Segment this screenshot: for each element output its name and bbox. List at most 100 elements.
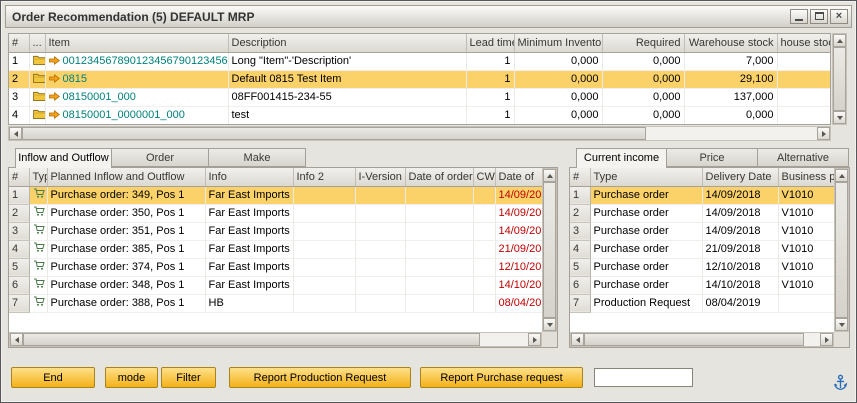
row-number-cell[interactable]: 3 [570, 222, 590, 240]
minimum-inventory-cell[interactable]: 0,000 [514, 52, 602, 70]
date-of-order-cell[interactable] [405, 222, 473, 240]
business-partner-cell[interactable]: V1010 [778, 258, 834, 276]
scrollbar-thumb[interactable] [543, 182, 556, 318]
column-header[interactable]: # [9, 168, 29, 186]
minimize-button[interactable] [790, 9, 808, 24]
type-icon-cell[interactable] [29, 258, 47, 276]
type-cell[interactable]: Purchase order [590, 222, 702, 240]
iversion-cell[interactable] [355, 276, 405, 294]
planned-inflow-outflow-cell[interactable]: Purchase order: 348, Pos 1 [47, 276, 205, 294]
item-row[interactable]: 3 08150001_000 08FF001415-234-55 1 0,000… [9, 88, 831, 106]
cw-cell[interactable] [473, 240, 495, 258]
column-header[interactable]: house stoc [777, 34, 831, 52]
date-of-order-cell[interactable] [405, 258, 473, 276]
type-cell[interactable]: Purchase order [590, 186, 702, 204]
lead-time-cell[interactable]: 1 [466, 70, 514, 88]
scroll-right-button[interactable] [820, 333, 833, 346]
column-header[interactable]: Date of [495, 168, 542, 186]
minimum-inventory-cell[interactable]: 0,000 [514, 88, 602, 106]
scroll-left-button[interactable] [9, 127, 22, 140]
date-cell[interactable]: 14/09/2018 [495, 186, 542, 204]
item-cell[interactable]: 0815 [45, 70, 228, 88]
info-cell[interactable]: Far East Imports [205, 186, 293, 204]
cw-cell[interactable] [473, 294, 495, 312]
type-cell[interactable]: Purchase order [590, 240, 702, 258]
row-number-cell[interactable]: 3 [9, 222, 29, 240]
scroll-up-button[interactable] [543, 169, 556, 182]
column-header[interactable]: Lead time [466, 34, 514, 52]
description-cell[interactable]: test [228, 106, 466, 124]
row-number-cell[interactable]: 2 [9, 70, 29, 88]
warehouse-stock-cell[interactable]: 137,000 [684, 88, 777, 106]
item-cell[interactable]: 00123456789012345679012345679 [45, 52, 228, 70]
tab-order[interactable]: Order [112, 148, 209, 167]
footer-input[interactable] [594, 368, 693, 387]
date-cell[interactable]: 21/09/2018 [495, 240, 542, 258]
column-header[interactable]: Business par [778, 168, 834, 186]
folder-cell[interactable] [29, 106, 45, 124]
folder-cell[interactable] [29, 88, 45, 106]
planned-inflow-outflow-cell[interactable]: Purchase order: 350, Pos 1 [47, 204, 205, 222]
business-partner-cell[interactable]: V1010 [778, 204, 834, 222]
link-arrow-icon[interactable] [49, 74, 60, 86]
income-row[interactable]: 5 Purchase order 12/10/2018 V1010 [570, 258, 834, 276]
scroll-down-button[interactable] [835, 318, 848, 331]
info-cell[interactable]: Far East Imports [205, 204, 293, 222]
delivery-date-cell[interactable]: 14/09/2018 [702, 186, 778, 204]
row-number-cell[interactable]: 4 [9, 106, 29, 124]
iversion-cell[interactable] [355, 240, 405, 258]
scrollbar-track[interactable] [646, 127, 817, 140]
type-icon-cell[interactable] [29, 294, 47, 312]
date-cell[interactable]: 14/09/2018 [495, 204, 542, 222]
row-number-cell[interactable]: 4 [9, 240, 29, 258]
cw-cell[interactable] [473, 204, 495, 222]
type-icon-cell[interactable] [29, 186, 47, 204]
inflow-row[interactable]: 5 Purchase order: 374, Pos 1 Far East Im… [9, 258, 542, 276]
column-header[interactable]: Required [602, 34, 684, 52]
info2-cell[interactable] [293, 240, 355, 258]
iversion-cell[interactable] [355, 186, 405, 204]
warehouse-stock-cell[interactable]: 29,100 [684, 70, 777, 88]
date-of-order-cell[interactable] [405, 240, 473, 258]
type-cell[interactable]: Purchase order [590, 258, 702, 276]
column-header[interactable]: ... [29, 34, 45, 52]
inflow-row[interactable]: 3 Purchase order: 351, Pos 1 Far East Im… [9, 222, 542, 240]
income-row[interactable]: 3 Purchase order 14/09/2018 V1010 [570, 222, 834, 240]
planned-inflow-outflow-cell[interactable]: Purchase order: 374, Pos 1 [47, 258, 205, 276]
tab-alternative[interactable]: Alternative [758, 148, 849, 167]
column-header[interactable]: I-Version [355, 168, 405, 186]
planned-inflow-outflow-cell[interactable]: Purchase order: 388, Pos 1 [47, 294, 205, 312]
type-cell[interactable]: Production Request [590, 294, 702, 312]
minimum-inventory-cell[interactable]: 0,000 [514, 70, 602, 88]
delivery-date-cell[interactable]: 21/09/2018 [702, 240, 778, 258]
end-button[interactable]: End [11, 367, 95, 388]
inflow-vertical-scrollbar[interactable] [542, 168, 557, 332]
info-cell[interactable]: Far East Imports [205, 258, 293, 276]
column-header[interactable]: Typ [29, 168, 47, 186]
income-vertical-scrollbar[interactable] [834, 168, 849, 332]
cw-cell[interactable] [473, 186, 495, 204]
required-cell[interactable]: 0,000 [602, 88, 684, 106]
row-number-cell[interactable]: 3 [9, 88, 29, 106]
item-cell[interactable]: 08150001_000 [45, 88, 228, 106]
scrollbar-thumb[interactable] [835, 182, 848, 318]
item-code[interactable]: 08150001_0000001_000 [63, 109, 185, 121]
link-arrow-icon[interactable] [49, 56, 60, 68]
inflow-row[interactable]: 6 Purchase order: 348, Pos 1 Far East Im… [9, 276, 542, 294]
description-cell[interactable]: Default 0815 Test Item [228, 70, 466, 88]
column-header[interactable]: Description [228, 34, 466, 52]
cw-cell[interactable] [473, 276, 495, 294]
date-cell[interactable]: 08/04/2019 [495, 294, 542, 312]
iversion-cell[interactable] [355, 222, 405, 240]
top-table-vertical-scrollbar[interactable] [832, 33, 847, 125]
row-number-cell[interactable]: 5 [570, 258, 590, 276]
info2-cell[interactable] [293, 222, 355, 240]
top-table-horizontal-scrollbar[interactable] [8, 126, 831, 141]
scrollbar-thumb[interactable] [22, 127, 646, 140]
planned-inflow-outflow-cell[interactable]: Purchase order: 349, Pos 1 [47, 186, 205, 204]
income-horizontal-scrollbar[interactable] [570, 332, 834, 347]
scrollbar-track[interactable] [480, 333, 528, 346]
report-production-request-button[interactable]: Report Production Request [229, 367, 411, 388]
lead-time-cell[interactable]: 1 [466, 52, 514, 70]
row-number-cell[interactable]: 7 [570, 294, 590, 312]
